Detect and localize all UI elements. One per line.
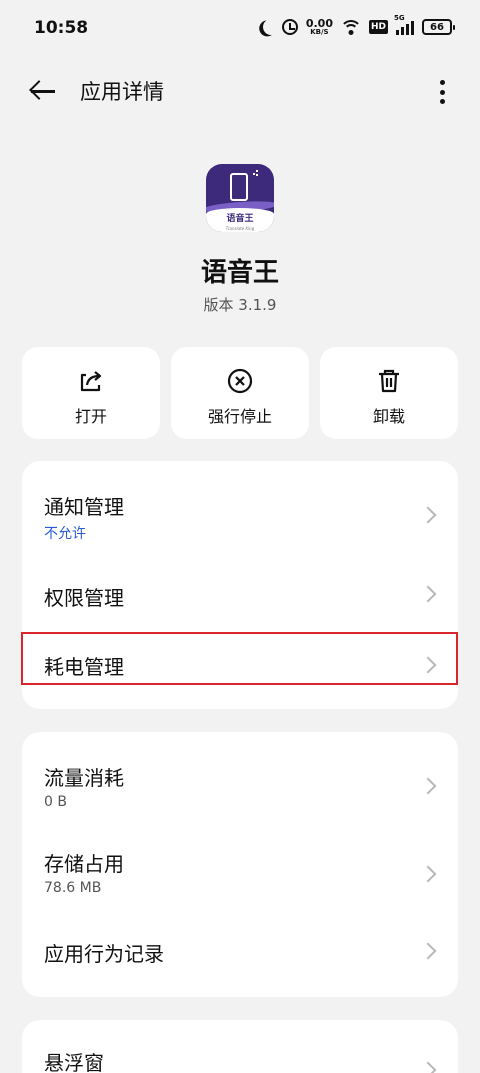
back-arrow-icon[interactable] [28,78,58,104]
net-speed-indicator: 0.00 KB/S [306,18,333,36]
page-title: 应用详情 [80,80,164,104]
app-icon-subtext: Translate King [225,226,255,231]
open-button[interactable]: 打开 [22,347,160,439]
chevron-right-icon [419,865,437,883]
app-icon-text: 语音王 [226,214,254,224]
force-stop-button[interactable]: 强行停止 [171,347,309,439]
status-bar: 10:58 0.00 KB/S HD 5G 66 [0,0,480,58]
highlight-box [21,632,458,685]
battery-level: 66 [430,21,444,33]
uninstall-label: 卸载 [372,407,405,426]
more-options-icon[interactable] [434,78,450,106]
storage-usage-item[interactable]: 存储占用 78.6 MB [22,820,458,908]
storage-usage-value: 78.6 MB [44,880,102,896]
uninstall-button[interactable]: 卸载 [320,347,458,439]
app-name: 语音王 [200,258,279,288]
force-stop-label: 强行停止 [207,407,272,426]
chevron-right-icon [419,1061,437,1073]
app-icon: 语音王 Translate King [206,164,274,232]
hd-icon: HD [368,20,388,34]
moon-icon [261,17,282,38]
notification-management-item[interactable]: 通知管理 不允许 [22,461,458,549]
data-usage-title: 流量消耗 [44,766,124,790]
chevron-right-icon [419,585,437,603]
data-usage-item[interactable]: 流量消耗 0 B [22,732,458,820]
app-behavior-record-item[interactable]: 应用行为记录 [22,912,458,986]
wifi-icon [340,19,361,35]
permission-management-title: 权限管理 [44,586,124,610]
chevron-right-icon [419,506,437,524]
permission-management-item[interactable]: 权限管理 [22,559,458,629]
floating-window-card: 悬浮窗 [22,1020,458,1073]
app-behavior-record-title: 应用行为记录 [44,942,164,966]
storage-usage-title: 存储占用 [44,852,124,876]
alarm-icon [281,19,298,35]
net-speed-unit: KB/S [310,28,329,36]
app-header: 应用详情 [0,62,480,120]
open-label: 打开 [74,407,107,426]
chevron-right-icon [419,777,437,795]
trash-icon [379,369,399,393]
notification-status: 不允许 [44,526,86,542]
network-type: 5G [394,14,405,22]
usage-card: 流量消耗 0 B 存储占用 78.6 MB 应用行为记录 [22,732,458,997]
open-icon [80,371,102,392]
notification-management-title: 通知管理 [44,495,124,519]
app-version: 版本 3.1.9 [203,296,277,314]
stop-circle-icon [227,368,253,394]
chevron-right-icon [419,942,437,960]
floating-window-title: 悬浮窗 [44,1051,104,1073]
battery-icon: 66 [422,19,455,35]
phone-icon [230,173,248,201]
signal-icon: 5G [394,14,414,35]
status-icons: 0.00 KB/S HD 5G 66 [258,14,455,38]
floating-window-item[interactable]: 悬浮窗 [22,1020,458,1073]
data-usage-value: 0 B [44,794,67,810]
status-time: 10:58 [34,18,89,38]
